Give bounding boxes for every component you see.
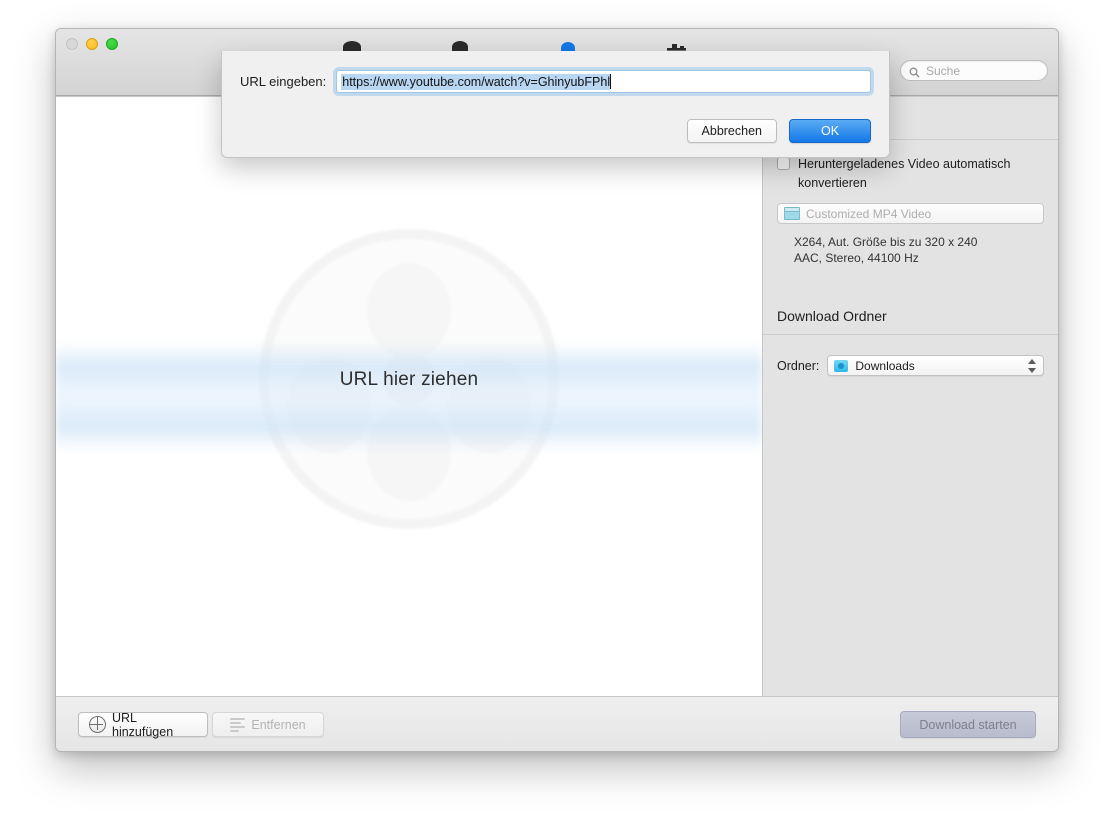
url-input[interactable]: https://www.youtube.com/watch?v=GhinyubF… <box>336 70 871 93</box>
dropzone-label: URL hier ziehen <box>339 368 479 390</box>
text-caret <box>610 74 612 89</box>
content-area: URL hier ziehen <box>56 96 763 696</box>
auto-convert-row[interactable]: Heruntergeladenes Video automatisch konv… <box>777 155 1044 193</box>
traffic-light-group <box>66 38 118 50</box>
dropzone-highlight-band <box>56 341 762 452</box>
close-window-button[interactable] <box>66 38 78 50</box>
dialog-button-row: Abbrechen OK <box>686 119 871 143</box>
chevron-updown-icon[interactable] <box>1026 358 1037 374</box>
folder-row: Ordner: Downloads <box>777 355 1044 376</box>
search-icon <box>909 65 920 78</box>
codec-info-audio: AAC, Stereo, 44100 Hz <box>794 251 919 265</box>
url-input-value: https://www.youtube.com/watch?v=GhinyubF… <box>341 73 611 90</box>
sidebar-divider-folder <box>763 334 1058 335</box>
search-field[interactable]: Suche <box>900 60 1048 81</box>
auto-convert-label: Heruntergeladenes Video automatisch konv… <box>798 157 1011 190</box>
folder-select-value: Downloads <box>855 358 915 373</box>
folder-label: Ordner: <box>777 358 820 373</box>
url-input-row: URL eingeben: https://www.youtube.com/wa… <box>240 70 871 93</box>
download-folder-title: Download Ordner <box>777 308 887 324</box>
ok-button[interactable]: OK <box>789 119 871 143</box>
downloads-folder-icon <box>834 359 849 372</box>
codec-info-video: X264, Aut. Größe bis zu 320 x 240 <box>794 235 978 249</box>
list-icon <box>230 718 246 732</box>
auto-convert-checkbox[interactable] <box>777 157 790 170</box>
add-url-label: URL hinzufügen <box>112 710 174 739</box>
search-placeholder: Suche <box>926 63 961 78</box>
format-popup-label: Customized MP4 Video <box>806 206 932 221</box>
settings-sidebar: Heruntergeladenes Video automatisch konv… <box>763 96 1058 696</box>
add-url-button[interactable]: URL hinzufügen <box>78 710 208 739</box>
maximize-window-button[interactable] <box>106 38 118 50</box>
cancel-button[interactable]: Abbrechen <box>686 119 777 143</box>
film-clapper-icon <box>784 207 800 220</box>
window-body: URL hier ziehen Heruntergeladenes Video … <box>56 96 1058 696</box>
screenshot-root: Suche URL hier ziehen Heruntergeladenes … <box>0 0 1112 834</box>
start-download-button[interactable]: Download starten <box>900 711 1036 738</box>
globe-icon <box>89 716 106 733</box>
url-input-dialog: URL eingeben: https://www.youtube.com/wa… <box>221 51 890 158</box>
remove-button[interactable]: Entfernen <box>212 712 324 737</box>
ok-button-label: OK <box>820 124 840 138</box>
cancel-button-label: Abbrechen <box>701 124 762 138</box>
url-dropzone[interactable]: URL hier ziehen <box>56 97 762 696</box>
format-popup-button[interactable]: Customized MP4 Video <box>777 203 1044 224</box>
bottom-toolbar: URL hinzufügen Entfernen Download starte… <box>56 696 1058 751</box>
remove-label: Entfernen <box>251 717 306 732</box>
codec-info: X264, Aut. Größe bis zu 320 x 240 AAC, S… <box>794 234 1044 266</box>
minimize-window-button[interactable] <box>86 38 98 50</box>
folder-select[interactable]: Downloads <box>827 355 1044 376</box>
url-input-label: URL eingeben: <box>240 74 327 89</box>
start-download-label: Download starten <box>919 717 1017 732</box>
